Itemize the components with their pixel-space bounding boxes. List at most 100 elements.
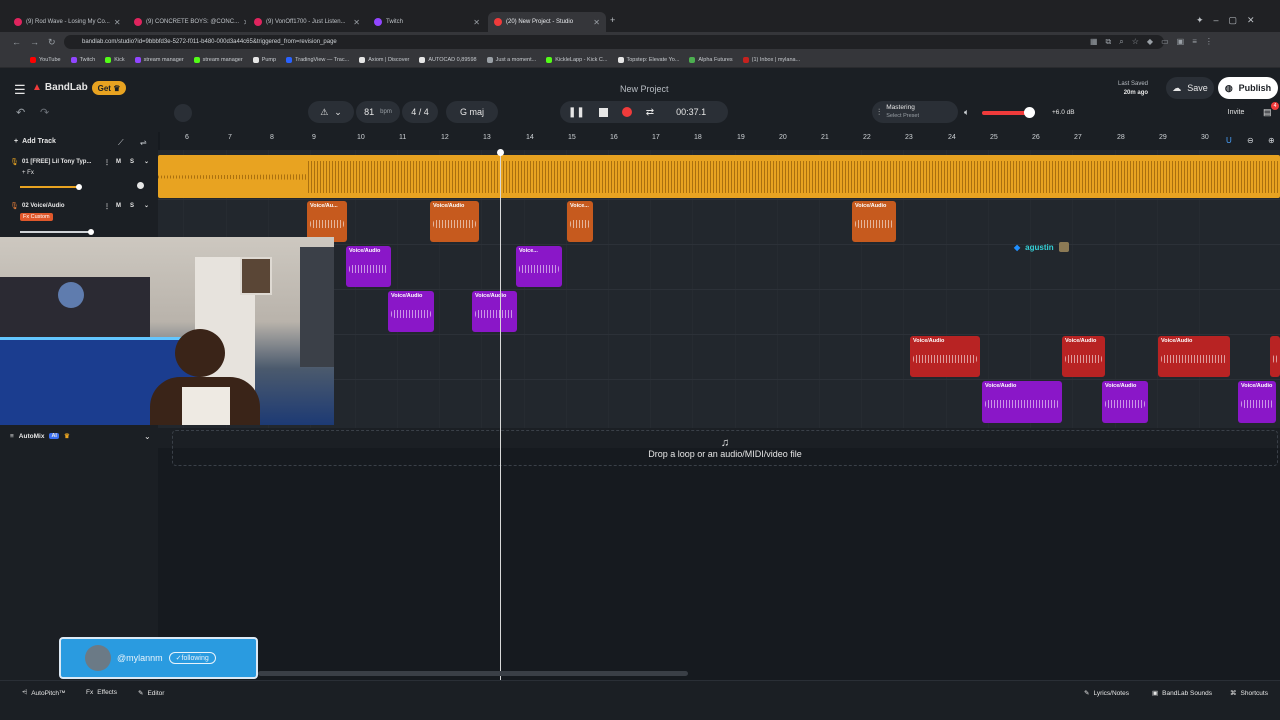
publish-button[interactable]: ◍ Publish [1218, 77, 1278, 99]
fx-custom-badge[interactable]: Fx Custom [20, 213, 53, 221]
browser-tab[interactable]: Twitch ✕ [368, 12, 486, 32]
filter-icon[interactable]: ⇌ [140, 138, 147, 147]
audio-region-beat[interactable] [158, 155, 1280, 198]
close-icon[interactable]: ✕ [114, 18, 121, 27]
add-track-button[interactable]: + Add Track [14, 138, 56, 145]
playhead-handle[interactable] [497, 149, 504, 156]
browser-tab[interactable]: (9) Rod Wave - Losing My Co... ✕ [8, 12, 126, 32]
bookmark-item[interactable]: Twitch [70, 56, 95, 63]
pause-icon[interactable]: ❚❚ [568, 107, 585, 118]
pan-knob[interactable] [135, 180, 146, 191]
key-field[interactable]: G maj [446, 101, 498, 123]
close-icon[interactable]: ✕ [473, 18, 480, 27]
wand-icon[interactable]: ⟋ [118, 138, 124, 148]
chevron-down-icon[interactable]: ⌄ [144, 158, 149, 165]
audio-clip[interactable]: Voice/Audio [472, 291, 517, 332]
reload-icon[interactable]: ↻ [48, 37, 56, 48]
timeline-ruler[interactable]: 6 7 8 9 10 11 12 13 14 15 16 17 18 19 20 21 22 23 24 25 26 27… [160, 132, 1280, 150]
project-title[interactable]: New Project [620, 84, 669, 94]
track-header-2[interactable]: 🎙︎ 02 Voice/Audio ⋮ M S ⌄ Fx Custom [0, 199, 158, 237]
back-icon[interactable]: ← [12, 37, 21, 47]
editor-button[interactable]: ✎ Editor [138, 689, 164, 698]
audio-clip[interactable]: Voice/Audio [910, 336, 980, 377]
kebab-icon[interactable]: ⋮ [104, 203, 110, 210]
audio-clip[interactable]: Voice/Audio [982, 381, 1062, 423]
bookmark-item[interactable]: Just a moment... [486, 56, 536, 63]
metronome-off-icon[interactable] [174, 104, 192, 122]
bookmark-item[interactable]: Axiom | Discover [359, 56, 409, 63]
speaker-icon[interactable]: 🔈︎ [964, 107, 969, 118]
audio-clip[interactable]: Voice/Audio [1158, 336, 1230, 377]
slider-thumb[interactable] [88, 229, 94, 235]
bookmark-item[interactable]: Alpha Futures [689, 56, 733, 63]
menu-icon[interactable]: ☰ [14, 82, 26, 98]
horizontal-scrollbar[interactable] [258, 671, 688, 676]
invite-button[interactable]: Invite [1220, 104, 1252, 120]
close-icon[interactable]: ✕ [353, 18, 360, 27]
record-icon[interactable] [621, 107, 632, 117]
magnet-icon[interactable]: U [1226, 136, 1232, 145]
drop-zone[interactable]: ♫ Drop a loop or an audio/MIDI/video fil… [172, 430, 1278, 466]
solo-button[interactable]: S [130, 203, 134, 209]
bookmark-item[interactable]: (1) Inbox | mylana... [742, 56, 800, 63]
audio-clip[interactable]: Voice/Audio [1062, 336, 1105, 377]
forward-icon[interactable]: → [30, 37, 39, 47]
audio-clip[interactable]: Voice... [516, 246, 562, 287]
close-icon[interactable]: ✕ [593, 18, 600, 27]
zoom-in-icon[interactable]: ⊕ [1268, 136, 1275, 145]
browser-tab[interactable]: (9) CONCRETE BOYS: @CONC...✕ [128, 12, 246, 32]
bandlab-sounds-button[interactable]: ▣ BandLab Sounds [1152, 689, 1212, 698]
track-volume-slider[interactable] [20, 186, 80, 188]
bandlab-logo[interactable]: ▲ BandLab [32, 82, 88, 93]
audio-clip[interactable]: Voice... [567, 201, 593, 242]
bookmark-item[interactable]: AUTOCAD 0,89598 [419, 56, 477, 63]
window-controls[interactable]: ✦ – ▢ ✕ [1196, 15, 1255, 26]
audio-clip[interactable]: Voice/Audio [1102, 381, 1148, 423]
loop-icon[interactable]: ⇄ [646, 107, 654, 118]
lyrics-notes-button[interactable]: ✎ Lyrics/Notes [1084, 689, 1129, 698]
new-tab-icon[interactable]: + [610, 15, 615, 25]
close-icon[interactable]: ✕ [243, 18, 246, 27]
chevron-down-icon[interactable]: ⌄ [144, 432, 151, 441]
autopitch-button[interactable]: ⩤ AutoPitch™ [22, 689, 66, 697]
browser-tab[interactable]: (9) VonOff1700 - Just Listen... ✕ [248, 12, 366, 32]
get-button[interactable]: Get ♛ [92, 81, 126, 95]
audio-clip[interactable]: Voice/Audio [346, 246, 391, 287]
audio-clip[interactable]: Voice/Audio [1238, 381, 1276, 423]
bookmark-item[interactable]: YouTube [30, 56, 61, 63]
kebab-icon[interactable]: ⋮ [104, 159, 110, 166]
bookmark-item[interactable]: KickleLapp - Kick C... [546, 56, 608, 63]
audio-clip[interactable] [1270, 336, 1280, 377]
chevron-down-icon[interactable]: ⌄ [144, 202, 149, 209]
bookmark-item[interactable]: stream manager [193, 56, 243, 63]
time-signature-field[interactable]: 4 / 4 [402, 101, 438, 123]
master-volume-slider[interactable] [982, 111, 1030, 115]
audio-clip[interactable]: Voice/Audio [388, 291, 434, 332]
mastering-button[interactable]: ⫶ Mastering Select Preset [872, 101, 958, 123]
slider-thumb[interactable] [76, 184, 82, 190]
bookmark-item[interactable]: stream manager [134, 56, 184, 63]
playhead[interactable] [500, 150, 501, 680]
solo-button[interactable]: S [130, 159, 134, 165]
bookmark-item[interactable]: Pump [252, 56, 276, 63]
save-button[interactable]: ☁ Save [1166, 77, 1214, 99]
zoom-out-icon[interactable]: ⊖ [1247, 136, 1254, 145]
audio-clip[interactable]: Voice/Audio [852, 201, 896, 242]
mute-button[interactable]: M [116, 203, 121, 209]
automix-toggle[interactable]: ≡ AutoMix AI ♛ [10, 432, 70, 441]
shortcuts-button[interactable]: ⌘ Shortcuts [1230, 689, 1268, 698]
bookmark-item[interactable]: Topstep: Elevate Yo... [617, 56, 679, 63]
browser-tab-active[interactable]: (20) New Project - Studio ✕ [488, 12, 606, 32]
bpm-field[interactable]: 81 bpm [356, 101, 400, 123]
metronome-button[interactable]: ⚠ ⌄ [308, 101, 354, 123]
redo-icon[interactable]: ↷ [40, 106, 49, 119]
audio-clip[interactable]: Voice/Audio [430, 201, 479, 242]
bookmark-item[interactable]: Kick [105, 56, 125, 63]
audio-clip[interactable]: Voice/Au... [307, 201, 347, 242]
track-header-1[interactable]: 🎙︎ 01 [FREE] Lil Tony Typ... ⋮ M S ⌄ + F… [0, 155, 158, 199]
track-volume-slider[interactable] [20, 231, 92, 233]
gift-icon[interactable]: ▤ [1263, 107, 1272, 118]
bookmark-item[interactable]: TradingView — Trac... [286, 56, 349, 63]
browser-toolbar-icons[interactable]: ▦⧉⌕☆◆▭▣≡⋮ [1090, 37, 1221, 47]
effects-button[interactable]: Fx Effects [86, 689, 117, 696]
